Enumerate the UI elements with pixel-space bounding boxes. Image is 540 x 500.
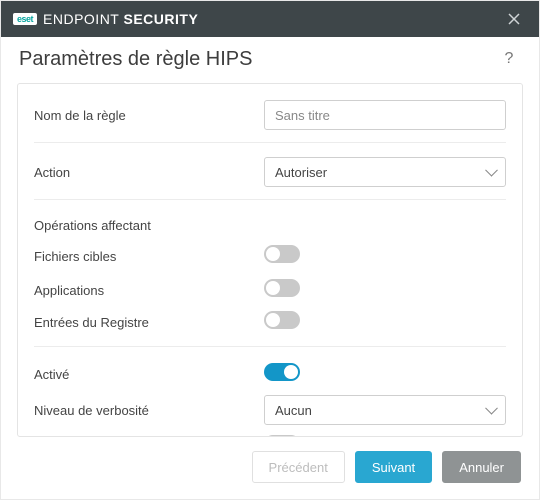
row-enabled: Activé (34, 357, 506, 391)
registry-label: Entrées du Registre (34, 315, 264, 330)
row-action: Action Autoriser (34, 153, 506, 200)
action-select-wrap: Autoriser (264, 157, 506, 187)
row-verbosity: Niveau de verbosité Aucun (34, 391, 506, 429)
row-notify-user: Avertir l'utilisateur (34, 429, 506, 437)
row-rule-name: Nom de la règle (34, 96, 506, 143)
target-files-label: Fichiers cibles (34, 249, 264, 264)
cancel-button[interactable]: Annuler (442, 451, 521, 483)
enabled-toggle[interactable] (264, 363, 300, 381)
verbosity-select-wrap: Aucun (264, 395, 506, 425)
operations-section-label: Opérations affectant (34, 210, 506, 239)
close-button[interactable] (499, 4, 529, 34)
form-panel: Nom de la règle Action Autoriser Opérati… (17, 83, 523, 437)
back-button: Précédent (252, 451, 345, 483)
dialog-header: Paramètres de règle HIPS ? (1, 37, 539, 83)
help-button[interactable]: ? (497, 47, 521, 71)
registry-toggle[interactable] (264, 311, 300, 329)
row-applications: Applications (34, 273, 506, 307)
verbosity-label: Niveau de verbosité (34, 403, 264, 418)
action-label: Action (34, 165, 264, 180)
verbosity-select[interactable]: Aucun (264, 395, 506, 425)
row-target-files: Fichiers cibles (34, 239, 506, 273)
row-registry: Entrées du Registre (34, 307, 506, 347)
applications-label: Applications (34, 283, 264, 298)
brand-name-thin: ENDPOINT (43, 11, 123, 27)
brand-name-bold: SECURITY (124, 11, 199, 27)
close-icon (508, 13, 520, 25)
target-files-toggle[interactable] (264, 245, 300, 263)
dialog-window: eset ENDPOINT SECURITY Paramètres de règ… (0, 0, 540, 500)
brand-badge: eset (13, 13, 37, 25)
brand-text: ENDPOINT SECURITY (43, 11, 198, 27)
enabled-label: Activé (34, 367, 264, 382)
rule-name-input[interactable] (264, 100, 506, 130)
next-button[interactable]: Suivant (355, 451, 432, 483)
dialog-footer: Précédent Suivant Annuler (1, 437, 539, 499)
applications-toggle[interactable] (264, 279, 300, 297)
titlebar: eset ENDPOINT SECURITY (1, 1, 539, 37)
rule-name-label: Nom de la règle (34, 108, 264, 123)
page-title: Paramètres de règle HIPS (19, 48, 497, 71)
action-select[interactable]: Autoriser (264, 157, 506, 187)
